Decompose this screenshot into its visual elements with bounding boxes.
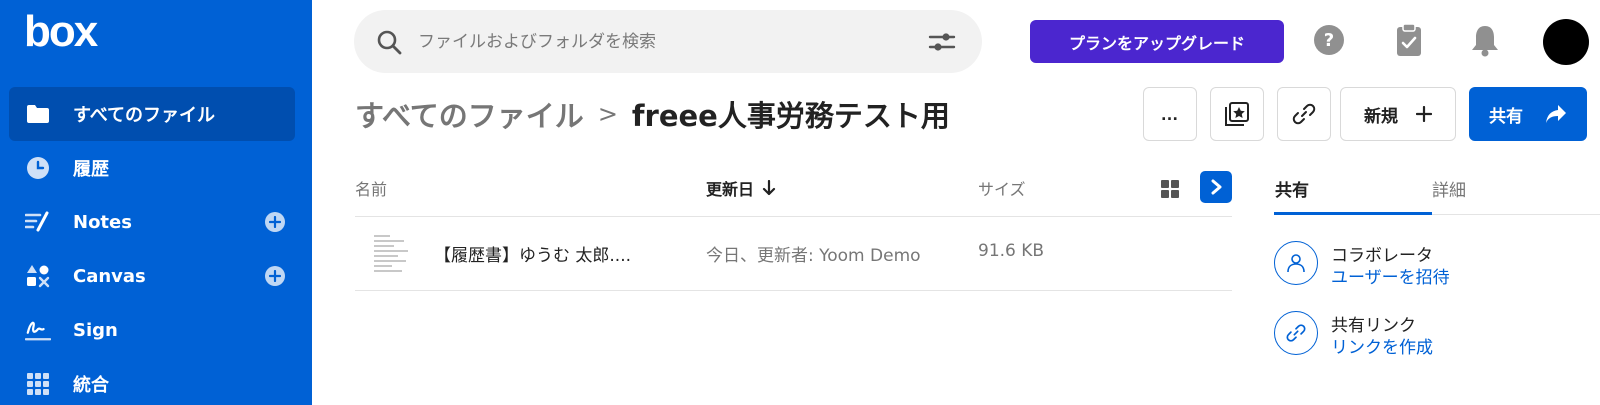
page-title: freee人事労務テスト用 (631, 99, 950, 133)
sidebar-item-history[interactable]: 履歴 (9, 141, 295, 195)
shared-link-section: 共有リンク リンクを作成 (1274, 311, 1594, 361)
notes-icon (25, 209, 51, 235)
share-button[interactable]: 共有 (1469, 87, 1587, 141)
sidebar-item-canvas[interactable]: Canvas (9, 249, 295, 303)
collections-button[interactable] (1210, 87, 1264, 141)
chevron-right-icon (1211, 179, 1222, 195)
folder-icon (25, 101, 51, 127)
share-arrow-icon (1546, 105, 1566, 123)
share-button-label: 共有 (1489, 106, 1523, 126)
sidebar-item-label: すべてのファイル (73, 105, 216, 126)
sort-descending-arrow-icon (762, 180, 776, 196)
column-header-updated[interactable]: 更新日 (706, 176, 776, 200)
tab-details[interactable]: 詳細 (1432, 176, 1466, 201)
sidebar-item-notes[interactable]: Notes (9, 195, 295, 249)
link-icon (1292, 103, 1316, 125)
sidebar-item-label: 履歴 (73, 159, 109, 180)
sidebar-item-sign[interactable]: Sign (9, 303, 295, 357)
collaborators-section: コラボレータ ユーザーを招待 (1274, 241, 1594, 291)
breadcrumb-root-link[interactable]: すべてのファイル (355, 93, 584, 135)
search-icon (377, 30, 402, 55)
more-options-label: … (1160, 103, 1180, 124)
file-size: 91.6 KB (978, 241, 1045, 261)
sidebar-item-all-files[interactable]: すべてのファイル (9, 87, 295, 141)
svg-text:?: ? (1324, 30, 1334, 51)
file-thumbnail (370, 229, 416, 275)
new-button-label: 新規 (1364, 106, 1398, 126)
canvas-icon (25, 263, 51, 289)
filter-icon[interactable] (928, 30, 956, 54)
sidebar-item-label: 統合 (73, 375, 109, 396)
box-logo[interactable]: box (24, 10, 98, 54)
user-avatar[interactable] (1543, 19, 1589, 65)
grid-view-icon[interactable] (1161, 180, 1179, 198)
new-button[interactable]: 新規 (1340, 87, 1456, 141)
file-name[interactable]: 【履歴書】ゆうむ 太郎.... (434, 241, 631, 266)
column-header-name[interactable]: 名前 (355, 176, 387, 200)
sidebar-item-integrations[interactable]: 統合 (9, 357, 295, 405)
upgrade-plan-button[interactable]: プランをアップグレード (1030, 20, 1284, 63)
add-note-button[interactable] (265, 212, 285, 232)
sidebar-nav: すべてのファイル 履歴 Notes Canvas Sign 統合 (9, 87, 295, 405)
invite-users-link[interactable]: ユーザーを招待 (1331, 263, 1450, 288)
sidebar-item-label: Canvas (73, 265, 146, 287)
sidebar-item-label: Sign (73, 319, 118, 341)
sign-icon (25, 317, 51, 343)
sidebar-panel-toggle-button[interactable] (1200, 171, 1232, 203)
file-updated: 今日、更新者: Yoom Demo (706, 246, 921, 266)
help-icon[interactable]: ? (1311, 22, 1347, 58)
user-icon (1274, 241, 1318, 285)
add-canvas-button[interactable] (265, 266, 285, 286)
copy-link-button[interactable] (1277, 87, 1331, 141)
plus-icon (1416, 106, 1432, 122)
tab-share[interactable]: 共有 (1275, 176, 1309, 201)
clock-icon (25, 155, 51, 181)
notifications-bell-icon[interactable] (1467, 22, 1503, 58)
column-header-size[interactable]: サイズ (978, 176, 1026, 200)
column-header-updated-label: 更新日 (706, 180, 755, 199)
breadcrumb-separator: > (597, 100, 618, 128)
sidebar-item-label: Notes (73, 211, 132, 233)
create-link-link[interactable]: リンクを作成 (1331, 333, 1433, 358)
table-row[interactable]: 【履歴書】ゆうむ 太郎.... 今日、更新者: Yoom Demo 91.6 K… (355, 217, 1232, 291)
link-icon (1274, 311, 1318, 355)
active-tab-indicator (1274, 212, 1432, 215)
sidebar: box すべてのファイル 履歴 Notes Canvas Sign 統合 (0, 0, 312, 405)
search-input[interactable] (418, 28, 898, 56)
tasks-clipboard-icon[interactable] (1391, 22, 1427, 58)
apps-grid-icon (25, 371, 51, 397)
search-bar (354, 10, 982, 73)
collection-star-icon (1225, 102, 1249, 126)
row-divider (355, 290, 1232, 291)
more-options-button[interactable]: … (1143, 87, 1197, 141)
breadcrumb: すべてのファイル > freee人事労務テスト用 (355, 94, 950, 134)
